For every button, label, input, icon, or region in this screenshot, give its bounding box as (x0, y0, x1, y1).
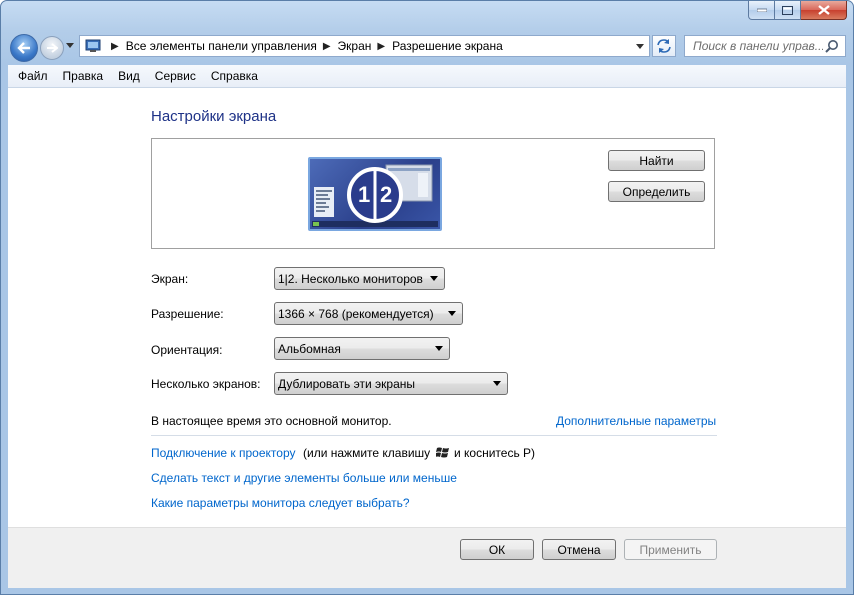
resolution-select-value: 1366 × 768 (рекомендуется) (278, 306, 434, 321)
multiple-displays-label: Несколько экранов: (151, 377, 261, 391)
refresh-icon (657, 39, 671, 53)
breadcrumb-separator[interactable]: ▶ (323, 41, 331, 52)
resolution-label: Разрешение: (151, 307, 224, 321)
control-panel-icon (85, 39, 101, 52)
search-icon[interactable] (825, 39, 839, 53)
resolution-select[interactable]: 1366 × 768 (рекомендуется) (274, 302, 463, 325)
connect-projector-link[interactable]: Подключение к проектору (151, 446, 296, 460)
screen-select[interactable]: 1|2. Несколько мониторов (274, 267, 445, 290)
menu-help[interactable]: Справка (203, 69, 266, 83)
dialog-buttons-bar: ОК Отмена Применить (8, 527, 846, 588)
forward-button[interactable] (40, 36, 64, 60)
identify-button[interactable]: Определить (608, 181, 705, 202)
chevron-down-icon (493, 381, 501, 386)
minimize-button[interactable] (748, 1, 775, 20)
multiple-displays-select[interactable]: Дублировать эти экраны (274, 372, 508, 395)
cancel-button[interactable]: Отмена (542, 539, 616, 560)
title-bar (1, 1, 853, 31)
window: ▶ Все элементы панели управления ▶ Экран… (0, 0, 854, 595)
breadcrumb-separator[interactable]: ▶ (377, 41, 385, 52)
menu-file[interactable]: Файл (8, 69, 56, 83)
multiple-displays-select-value: Дублировать эти экраны (278, 376, 416, 391)
projector-hint-text-b: и коснитесь P) (454, 446, 536, 460)
ok-button[interactable]: ОК (460, 539, 534, 560)
divider (151, 435, 717, 436)
back-arrow-icon (17, 42, 30, 54)
orientation-label: Ориентация: (151, 343, 223, 357)
windows-logo-icon (436, 447, 449, 458)
search-input[interactable] (691, 38, 825, 54)
breadcrumb-display[interactable]: Экран (338, 39, 372, 53)
display-arrangement-box: 1 2 Найти Определить (151, 138, 715, 249)
breadcrumb-separator[interactable]: ▶ (111, 41, 119, 52)
navigation-bar: ▶ Все элементы панели управления ▶ Экран… (1, 31, 853, 65)
main-content: Настройки экрана 1 2 Найти Определить Эк… (8, 88, 846, 527)
caption-buttons (748, 1, 847, 20)
refresh-button[interactable] (652, 35, 676, 57)
monitor-number-1: 1 (358, 182, 371, 207)
minimize-icon (756, 8, 767, 12)
maximize-button[interactable] (775, 1, 801, 20)
breadcrumb-resolution[interactable]: Разрешение экрана (392, 39, 503, 53)
menu-view[interactable]: Вид (110, 69, 148, 83)
orientation-select-value: Альбомная (278, 341, 341, 356)
orientation-select[interactable]: Альбомная (274, 337, 450, 360)
address-dropdown-button[interactable] (631, 36, 649, 56)
menu-tools[interactable]: Сервис (147, 69, 204, 83)
chevron-down-icon (430, 276, 438, 281)
menu-bar: Файл Правка Вид Сервис Справка (8, 65, 846, 88)
screen-label: Экран: (151, 272, 189, 286)
recent-pages-dropdown-icon[interactable] (66, 43, 74, 48)
find-button[interactable]: Найти (608, 150, 705, 171)
menu-edit[interactable]: Правка (55, 69, 112, 83)
screen-select-value: 1|2. Несколько мониторов (278, 271, 423, 286)
chevron-down-icon (636, 43, 644, 49)
projector-hint-text-a: (или нажмите клавишу (303, 446, 431, 460)
back-button[interactable] (10, 34, 38, 62)
maximize-icon (782, 5, 793, 15)
advanced-settings-link[interactable]: Дополнительные параметры (556, 414, 716, 428)
text-size-link[interactable]: Сделать текст и другие элементы больше и… (151, 471, 457, 485)
close-icon (817, 5, 830, 15)
breadcrumb-all-control-panel[interactable]: Все элементы панели управления (126, 39, 317, 53)
page-title: Настройки экрана (151, 108, 277, 125)
chevron-down-icon (448, 311, 456, 316)
chevron-down-icon (435, 346, 443, 351)
address-bar[interactable]: ▶ Все элементы панели управления ▶ Экран… (79, 35, 650, 57)
monitor-number-2: 2 (380, 182, 393, 207)
forward-arrow-icon (47, 43, 58, 53)
monitor-preview-image (312, 164, 438, 227)
monitor-1-2-thumbnail[interactable]: 1 2 (308, 157, 442, 231)
primary-monitor-text: В настоящее время это основной монитор. (151, 414, 392, 428)
which-monitor-settings-link[interactable]: Какие параметры монитора следует выбрать… (151, 496, 410, 510)
close-button[interactable] (801, 1, 847, 20)
search-box[interactable] (684, 35, 846, 57)
apply-button[interactable]: Применить (624, 539, 717, 560)
